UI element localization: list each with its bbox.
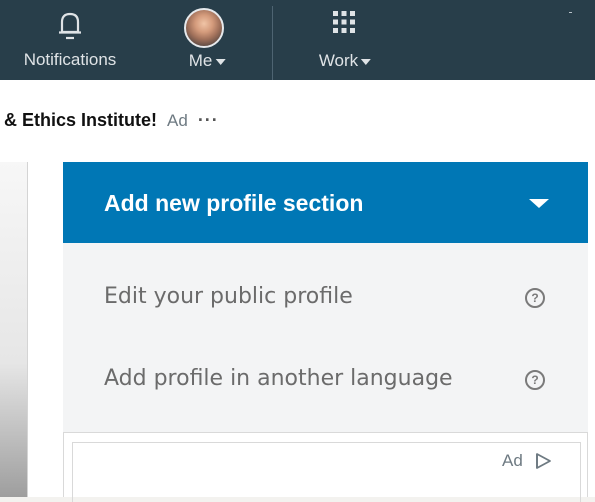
more-options-icon[interactable]: ··· xyxy=(198,110,219,130)
add-profile-section-button[interactable]: Add new profile section xyxy=(63,162,588,243)
ad-banner[interactable]: & Ethics Institute! Ad ··· xyxy=(4,110,219,131)
nav-me[interactable]: Me xyxy=(165,0,249,80)
nav-edge-mark xyxy=(569,12,572,13)
ad-play-icon[interactable] xyxy=(534,452,554,475)
nav-notifications[interactable]: Notifications xyxy=(0,0,140,80)
bell-icon xyxy=(53,8,87,47)
nav-notifications-label: Notifications xyxy=(23,50,117,69)
nav-divider xyxy=(272,6,273,80)
edit-public-profile-link[interactable]: Edit your public profile xyxy=(104,284,353,309)
ad-banner-tag: Ad xyxy=(167,111,188,130)
profile-card-edge xyxy=(0,162,28,497)
question-circle-icon[interactable]: ? xyxy=(525,370,545,390)
add-profile-language-link[interactable]: Add profile in another language xyxy=(104,366,453,391)
add-profile-section-label: Add new profile section xyxy=(104,190,364,216)
grid-icon xyxy=(330,8,358,41)
global-nav: Notifications Me Work xyxy=(0,0,595,80)
profile-actions-panel: Add new profile section Edit your public… xyxy=(63,162,588,502)
avatar[interactable] xyxy=(184,8,224,48)
nav-work-label: Work xyxy=(318,51,372,71)
profile-card-border xyxy=(27,162,28,497)
nav-work-text: Work xyxy=(318,51,359,70)
nav-me-text: Me xyxy=(188,51,213,70)
caret-down-icon xyxy=(529,199,549,208)
ad-banner-title[interactable]: & Ethics Institute! xyxy=(4,110,157,130)
ad-card-label: Ad xyxy=(502,451,523,470)
nav-me-label: Me xyxy=(189,51,226,71)
caret-down-icon xyxy=(361,58,372,65)
caret-down-icon xyxy=(215,58,226,65)
ad-card: Ad xyxy=(63,432,588,502)
question-circle-icon[interactable]: ? xyxy=(525,288,545,308)
nav-work[interactable]: Work xyxy=(300,0,390,80)
